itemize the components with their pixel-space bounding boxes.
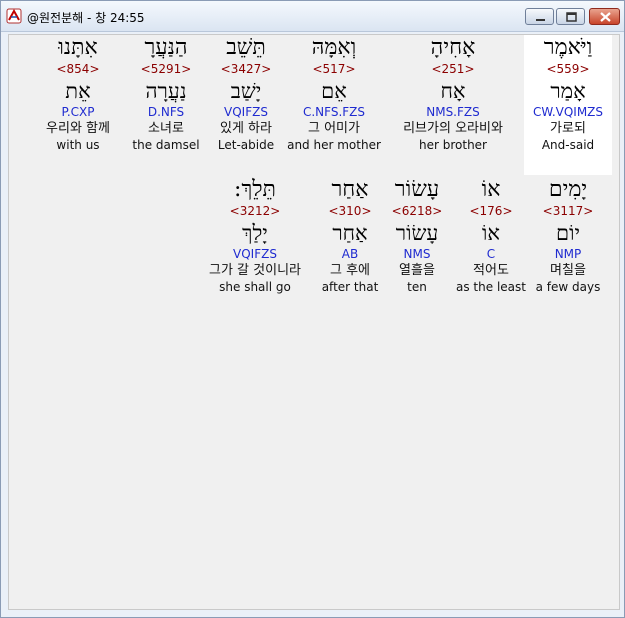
strong-number: <6218> — [391, 204, 443, 218]
lemma-word: אַחַר — [332, 221, 368, 245]
minimize-icon — [536, 19, 545, 21]
strong-number: <5291> — [140, 62, 192, 76]
korean-gloss: 그 후에 — [329, 263, 370, 278]
english-gloss: after that — [321, 280, 379, 294]
parse-code: VQIFZS — [224, 105, 268, 119]
hebrew-word: אָחִיהָ — [430, 35, 476, 60]
english-gloss: with us — [56, 138, 100, 152]
word-block[interactable]: אַחַר <310> אַחַר AB 그 후에 after that — [317, 177, 383, 317]
hebrew-word: אוֹ — [481, 177, 501, 202]
hebrew-word: תֵּלֵךְ: — [234, 177, 276, 202]
korean-gloss: 그가 갈 것이니라 — [209, 263, 301, 278]
english-gloss: the damsel — [132, 138, 200, 152]
lemma-word: אֵת — [65, 79, 91, 103]
minimize-button[interactable] — [525, 8, 554, 25]
strong-number: <517> — [312, 62, 356, 76]
hebrew-word: עָשׂוֹר — [394, 177, 440, 202]
strong-number: <3212> — [229, 204, 281, 218]
strong-number: <559> — [546, 62, 590, 76]
hebrew-word: תֵּשֵׁב — [226, 35, 266, 60]
hebrew-word: אִתָּנוּ — [58, 35, 98, 60]
parse-code: CW.VQIMZS — [532, 105, 604, 119]
title-bar[interactable]: @원전분해 - 창 24:55 — [1, 1, 624, 32]
hebrew-word: וַיֹּאמֶר — [543, 35, 593, 60]
close-button[interactable] — [589, 8, 620, 25]
korean-gloss: 리브가의 오라비와 — [403, 121, 503, 136]
korean-gloss: 있게 하라 — [220, 121, 272, 136]
strong-number: <3117> — [542, 204, 594, 218]
korean-gloss: 열흘을 — [399, 263, 435, 278]
maximize-button[interactable] — [556, 8, 585, 25]
strong-number: <3427> — [220, 62, 272, 76]
lemma-word: יָשַׁב — [230, 79, 262, 103]
english-gloss: ten — [407, 280, 427, 294]
lemma-word: עָשׂוֹר — [395, 221, 439, 245]
lemma-word: יָלַךְ — [242, 221, 268, 245]
korean-gloss: 적어도 — [473, 263, 509, 278]
lemma-word: יוֹם — [556, 221, 580, 245]
parse-code: C.NFS.FZS — [302, 105, 366, 119]
word-block[interactable]: אָחִיהָ <251> אָח NMS.FZS 리브가의 오라비와 her … — [384, 35, 522, 175]
hebrew-word: אַחַר — [331, 177, 369, 202]
korean-gloss: 우리와 함께 — [46, 121, 110, 136]
parse-code: P.CXP — [61, 105, 95, 119]
lemma-word: אוֹ — [482, 221, 500, 245]
parse-code: NMP — [554, 247, 582, 261]
maximize-icon — [566, 12, 577, 22]
strong-number: <310> — [328, 204, 372, 218]
korean-gloss: 며칠을 — [550, 263, 586, 278]
english-gloss: Let-abide — [217, 138, 275, 152]
parse-code: NMS.FZS — [426, 105, 480, 119]
lemma-word: אָמַר — [550, 79, 586, 103]
strong-number: <176> — [469, 204, 513, 218]
word-block[interactable]: יָמִים <3117> יוֹם NMP 며칠을 a few days — [532, 177, 604, 317]
word-block[interactable]: אוֹ <176> אוֹ C 적어도 as the least — [451, 177, 531, 317]
parse-code: D.NFS — [147, 105, 185, 119]
close-icon — [600, 12, 611, 22]
korean-gloss: 소녀로 — [148, 121, 184, 136]
hebrew-word: יָמִים — [548, 177, 588, 202]
strong-number: <854> — [56, 62, 100, 76]
korean-gloss: 그 어미가 — [308, 121, 360, 136]
app-window: @원전분해 - 창 24:55 וַיֹּאמֶר <559> אָמַר CW… — [0, 0, 625, 618]
interlinear-panel[interactable]: וַיֹּאמֶר <559> אָמַר CW.VQIMZS 가로되 And-… — [8, 34, 620, 610]
word-block[interactable]: וְאִמָּהּ <517> אֵם C.NFS.FZS 그 어미가 and … — [287, 35, 381, 175]
word-block[interactable]: תֵּשֵׁב <3427> יָשַׁב VQIFZS 있게 하라 Let-a… — [206, 35, 286, 175]
english-gloss: as the least — [456, 280, 526, 294]
word-block[interactable]: תֵּלֵךְ: <3212> יָלַךְ VQIFZS 그가 갈 것이니라 … — [195, 177, 315, 317]
parse-code: AB — [341, 247, 359, 261]
word-block[interactable]: הַנַּעֲרָ <5291> נַעֲרָה D.NFS 소녀로 the d… — [127, 35, 205, 175]
english-gloss: And-said — [541, 138, 595, 152]
word-block[interactable]: עָשׂוֹר <6218> עָשׂוֹר NMS 열흘을 ten — [384, 177, 450, 317]
english-gloss: a few days — [535, 280, 601, 294]
english-gloss: and her mother — [287, 138, 381, 152]
hebrew-word: וְאִמָּהּ — [311, 35, 357, 60]
hebrew-word: הַנַּעֲרָ — [144, 35, 188, 60]
word-block[interactable]: וַיֹּאמֶר <559> אָמַר CW.VQIMZS 가로되 And-… — [524, 35, 612, 175]
app-logo-icon[interactable] — [6, 8, 22, 24]
korean-gloss: 가로되 — [550, 121, 586, 136]
english-gloss: she shall go — [219, 280, 291, 294]
lemma-word: נַעֲרָה — [145, 79, 187, 103]
lemma-word: אֵם — [321, 79, 347, 103]
strong-number: <251> — [431, 62, 475, 76]
word-block[interactable]: אִתָּנוּ <854> אֵת P.CXP 우리와 함께 with us — [31, 35, 125, 175]
english-gloss: her brother — [419, 138, 487, 152]
lemma-word: אָח — [440, 79, 466, 103]
parse-code: C — [486, 247, 496, 261]
window-title: @원전분해 - 창 24:55 — [27, 11, 145, 25]
parse-code: VQIFZS — [233, 247, 277, 261]
parse-code: NMS — [403, 247, 431, 261]
